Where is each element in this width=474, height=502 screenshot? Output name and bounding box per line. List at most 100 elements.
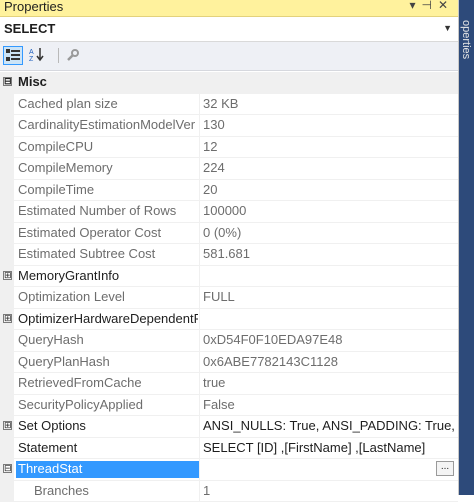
row-gutter (0, 180, 14, 201)
alphabetical-button[interactable]: A Z (27, 46, 47, 65)
pin-icon[interactable]: ⊣ (421, 0, 437, 12)
chevron-down-icon[interactable]: ▼ (443, 23, 452, 33)
row-gutter (0, 481, 14, 502)
ellipsis-button[interactable]: ... (436, 461, 454, 476)
panel-titlebar: Properties ▾⊣✕ (0, 0, 458, 17)
properties-panel: Properties ▾⊣✕ SELECT ▼ A Z (0, 0, 459, 495)
column-divider[interactable] (199, 352, 200, 373)
column-divider[interactable] (199, 309, 200, 330)
property-value: 224 (203, 160, 455, 177)
property-name: ThreadStat (16, 461, 199, 478)
expand-icon[interactable]: ⊞ (3, 271, 12, 280)
column-divider[interactable] (199, 137, 200, 158)
svg-text:Z: Z (29, 56, 34, 62)
row-gutter (0, 223, 14, 244)
property-value: true (203, 375, 455, 392)
collapse-icon[interactable]: ⊟ (3, 464, 12, 473)
close-icon[interactable]: ✕ (438, 0, 454, 12)
column-divider[interactable] (199, 223, 200, 244)
property-row[interactable]: CardinalityEstimationModelVer 130 (0, 115, 458, 137)
column-divider[interactable] (199, 373, 200, 394)
property-row[interactable]: QueryPlanHash 0x6ABE7782143C1128 (0, 352, 458, 374)
row-gutter (0, 137, 14, 158)
property-value: 12 (203, 139, 455, 156)
column-divider[interactable] (199, 481, 200, 502)
sort-az-icon: A Z (29, 47, 45, 62)
column-divider[interactable] (199, 416, 200, 437)
property-value: 1 (203, 483, 455, 500)
property-value: 0xD54F0F10EDA97E48 (203, 332, 455, 349)
category-label: Misc (18, 74, 47, 89)
collapse-icon[interactable]: ⊟ (3, 77, 12, 86)
row-gutter (0, 244, 14, 265)
property-grid: ⊟ Misc Cached plan size 32 KB CardinalityEst… (0, 72, 458, 502)
property-name: Estimated Subtree Cost (18, 246, 198, 263)
property-row[interactable]: RetrievedFromCache true (0, 373, 458, 395)
dropdown-icon[interactable]: ▾ (409, 0, 421, 12)
property-name: QueryHash (18, 332, 198, 349)
property-row-selected[interactable]: ⊟ ThreadStat... (0, 459, 458, 481)
column-divider[interactable] (199, 158, 200, 179)
property-name: Statement (18, 440, 198, 457)
property-name: CardinalityEstimationModelVer (18, 117, 198, 134)
column-divider[interactable] (199, 180, 200, 201)
column-divider[interactable] (199, 395, 200, 416)
property-value: 581.681 (203, 246, 455, 263)
property-row[interactable]: Estimated Operator Cost 0 (0%) (0, 223, 458, 245)
property-row[interactable]: QueryHash 0xD54F0F10EDA97E48 (0, 330, 458, 352)
property-name: Estimated Number of Rows (18, 203, 198, 220)
property-row[interactable]: Estimated Number of Rows 100000 (0, 201, 458, 223)
property-value: 0x6ABE7782143C1128 (203, 354, 455, 371)
property-row[interactable]: Optimization Level FULL (0, 287, 458, 309)
column-divider[interactable] (199, 459, 200, 480)
property-name: Estimated Operator Cost (18, 225, 198, 242)
svg-text:A: A (29, 49, 34, 56)
expand-icon[interactable]: ⊞ (3, 314, 12, 323)
property-value (203, 311, 455, 328)
property-name: CompileTime (18, 182, 198, 199)
property-name: RetrievedFromCache (18, 375, 198, 392)
property-row[interactable]: StatementSELECT [ID] ,[FirstName] ,[Last… (0, 438, 458, 460)
property-row[interactable]: ⊞ MemoryGrantInfo (0, 266, 458, 288)
row-gutter (0, 330, 14, 351)
categorized-button[interactable] (3, 46, 23, 65)
property-value: False (203, 397, 455, 414)
column-divider[interactable] (199, 244, 200, 265)
category-row[interactable]: ⊟ Misc (0, 72, 458, 94)
property-name: MemoryGrantInfo (18, 268, 198, 285)
property-row[interactable]: CompileTime20 (0, 180, 458, 202)
property-name: SecurityPolicyApplied (18, 397, 198, 414)
property-row[interactable]: Estimated Subtree Cost 581.681 (0, 244, 458, 266)
property-row[interactable]: Branches1 (0, 481, 458, 502)
property-value: 32 KB (203, 96, 455, 113)
column-divider[interactable] (199, 94, 200, 115)
row-gutter (0, 373, 14, 394)
column-divider[interactable] (199, 115, 200, 136)
property-row[interactable]: Cached plan size 32 KB (0, 94, 458, 116)
property-value: 100000 (203, 203, 455, 220)
property-name: CompileMemory (18, 160, 198, 177)
property-value: 0 (0%) (203, 225, 455, 242)
property-row[interactable]: CompileMemory 224 (0, 158, 458, 180)
property-value: 130 (203, 117, 455, 134)
column-divider[interactable] (199, 287, 200, 308)
property-row[interactable]: CompileCPU12 (0, 137, 458, 159)
property-row[interactable]: SecurityPolicyApplied False (0, 395, 458, 417)
property-name: QueryPlanHash (18, 354, 198, 371)
property-pages-button[interactable] (63, 46, 83, 65)
property-row[interactable]: ⊞Set OptionsANSI_NULLS: True, ANSI_PADDI… (0, 416, 458, 438)
property-name: Branches (34, 483, 214, 500)
column-divider[interactable] (199, 201, 200, 222)
property-value: ANSI_NULLS: True, ANSI_PADDING: True, AN… (203, 418, 455, 435)
side-tab-properties[interactable]: operties (460, 20, 472, 59)
property-name: Optimization Level (18, 289, 198, 306)
property-name: Cached plan size (18, 96, 198, 113)
expand-icon[interactable]: ⊞ (3, 421, 12, 430)
column-divider[interactable] (199, 438, 200, 459)
property-value: FULL (203, 289, 455, 306)
property-row[interactable]: ⊞ OptimizerHardwareDependentP (0, 309, 458, 331)
column-divider[interactable] (199, 330, 200, 351)
column-divider[interactable] (199, 266, 200, 287)
property-name: OptimizerHardwareDependentP (18, 311, 198, 328)
object-selector[interactable]: SELECT ▼ (0, 17, 458, 42)
